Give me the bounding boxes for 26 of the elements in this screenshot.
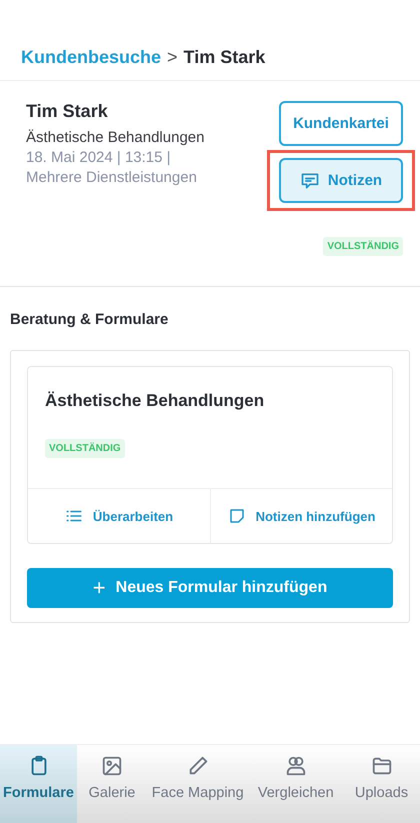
nav-tab[interactable]: Galerie [77, 745, 147, 823]
nav-tab[interactable]: Formulare [0, 745, 77, 823]
status-badge: VOLLSTÄNDIG [323, 237, 403, 256]
breadcrumb-link[interactable]: Kundenbesuche [21, 46, 162, 68]
section-title: Beratung & Formulare [9, 310, 170, 330]
visit-services: Mehrere Dienstleistungen [26, 169, 198, 186]
notes-button[interactable]: Notizen [279, 158, 403, 203]
breadcrumb-separator: > [167, 46, 178, 68]
nav-tab[interactable]: Face Mapping [147, 745, 248, 823]
breadcrumb-current: Tim Stark [184, 46, 266, 68]
treatment-name: Ästhetische Behandlungen [26, 129, 204, 146]
nav-tab[interactable]: Uploads [343, 745, 420, 823]
client-name: Tim Stark [26, 101, 109, 122]
folder-icon [370, 755, 392, 777]
add-form-button[interactable]: + Neues Formular hinzufügen [27, 568, 393, 608]
status-badge: VOLLSTÄNDIG [45, 439, 125, 458]
chat-icon [300, 170, 320, 190]
note-icon [228, 507, 246, 525]
image-icon [101, 755, 123, 777]
users-icon [284, 755, 307, 777]
edit-button[interactable]: Überarbeiten [28, 489, 210, 543]
form-title: Ästhetische Behandlungen [45, 391, 264, 411]
visit-date: 18. Mai 2024 | 13:15 | [26, 149, 172, 166]
add-notes-button[interactable]: Notizen hinzufügen [210, 489, 392, 543]
nav-tab[interactable]: Vergleichen [248, 745, 343, 823]
client-file-button[interactable]: Kundenkartei [279, 101, 403, 146]
